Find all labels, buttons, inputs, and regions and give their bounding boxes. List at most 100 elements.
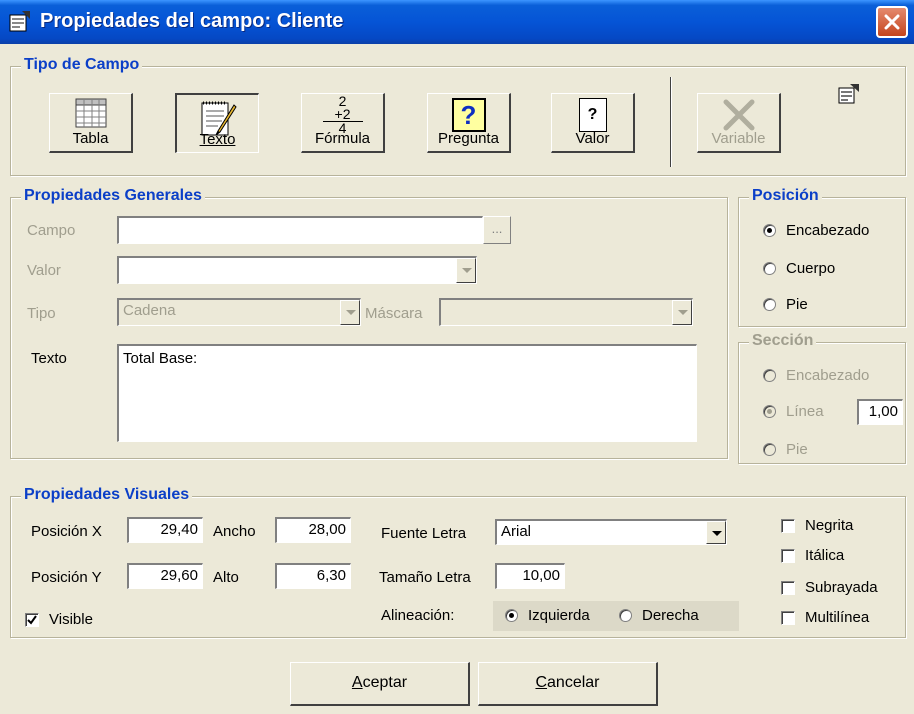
negrita-label: Negrita [805,517,854,534]
radio-icon [763,369,776,382]
valor-button[interactable]: ? Valor [551,93,635,153]
tipo-combo-value: Cadena [123,302,176,319]
chevron-down-icon[interactable] [340,300,360,325]
toolbar-divider [670,77,672,167]
chevron-down-icon[interactable] [456,258,476,283]
italica-label: Itálica [805,547,845,564]
title-bar[interactable]: Propiedades del campo: Cliente [0,0,914,44]
aceptar-button[interactable]: Aceptar [290,662,470,706]
section-linea-radio[interactable]: Línea [763,403,824,420]
visual-properties-legend: Propiedades Visuales [21,486,193,504]
section-linea-field[interactable]: 1,00 [857,399,903,425]
document-question-icon: ? [578,98,607,132]
valor-label: Valor [575,130,610,147]
close-button[interactable] [876,6,908,38]
texto-field-label: Texto [31,350,67,367]
variable-label: Variable [711,130,766,147]
radio-icon [763,298,776,311]
mascara-combo[interactable] [439,298,693,326]
negrita-checkbox[interactable]: Negrita [781,517,853,534]
subrayada-checkbox[interactable]: Subrayada [781,579,878,596]
aceptar-mnemonic: A [351,674,363,691]
variable-button[interactable]: Variable [697,93,781,153]
formula-label: Fórmula [314,130,370,147]
position-cuerpo-radio[interactable]: Cuerpo [763,260,835,277]
field-type-group: Tipo de Campo Tabla Texto 2 +2 4 Fórmula… [10,56,906,176]
tamano-label: Tamaño Letra [379,569,471,586]
radio-checked-icon [763,224,776,237]
checkbox-icon [781,580,795,595]
checkbox-icon [781,610,795,625]
section-encabezado-radio[interactable]: Encabezado [763,367,869,384]
chevron-down-icon[interactable] [706,521,726,544]
position-cuerpo-label: Cuerpo [786,260,836,277]
fuente-label: Fuente Letra [381,525,467,542]
multilinea-label: Multilínea [805,609,870,626]
fuente-combo-value: Arial [501,523,532,540]
alto-field[interactable]: 6,30 [275,563,351,589]
section-legend: Sección [749,332,817,350]
radio-icon [763,443,776,456]
alignment-panel: Izquierda Derecha [493,601,739,631]
radio-checked-icon [505,609,518,622]
cancelar-button[interactable]: Cancelar [478,662,658,706]
section-linea-label: Línea [786,403,824,420]
visible-checkbox[interactable]: Visible [25,611,93,628]
field-type-legend: Tipo de Campo [21,56,143,74]
properties-icon[interactable] [837,83,861,105]
x-icon [723,99,754,131]
cancelar-mnemonic: C [535,674,548,691]
alto-label: Alto [213,569,239,586]
properties-icon [9,11,30,32]
texto-label: Texto [199,131,236,148]
formula-button[interactable]: 2 +2 4 Fórmula [301,93,385,153]
checkbox-icon [781,548,795,563]
align-izquierda-radio[interactable]: Izquierda [505,607,590,624]
valor-combo[interactable] [117,256,477,284]
align-derecha-label: Derecha [642,607,699,624]
checkbox-checked-icon [25,612,39,627]
multilinea-checkbox[interactable]: Multilínea [781,609,869,626]
question-icon: ? [451,98,486,132]
radio-icon [763,262,776,275]
question-glyph: ? [460,100,477,130]
section-group: Sección Encabezado Línea 1,00 Pie [738,332,906,464]
section-pie-radio[interactable]: Pie [763,441,808,458]
tipo-label: Tipo [27,305,56,322]
position-group: Posición Encabezado Cuerpo Pie [738,187,906,327]
campo-browse-button[interactable]: ... [483,216,511,244]
section-encabezado-label: Encabezado [786,367,870,384]
italica-checkbox[interactable]: Itálica [781,547,844,564]
ancho-label: Ancho [213,523,256,540]
alineacion-label: Alineación: [381,607,455,624]
pregunta-label: Pregunta [438,130,499,147]
texto-textarea[interactable]: Total Base: [117,344,697,442]
pregunta-button[interactable]: ? Pregunta [427,93,511,153]
position-pie-radio[interactable]: Pie [763,296,808,313]
position-pie-label: Pie [786,296,808,313]
position-encabezado-label: Encabezado [786,222,870,239]
ancho-field[interactable]: 28,00 [275,517,351,543]
campo-field[interactable] [117,216,483,244]
posx-field[interactable]: 29,40 [127,517,203,543]
tabla-button[interactable]: Tabla [49,93,133,153]
valor-glyph: ? [587,106,598,123]
chevron-down-icon[interactable] [672,300,692,325]
table-icon [75,98,106,128]
tamano-field[interactable]: 10,00 [495,563,565,589]
radio-icon [619,609,632,622]
texto-button[interactable]: Texto [175,93,259,153]
properties-dialog: Propiedades del campo: Cliente Tipo de C… [0,0,914,714]
posy-label: Posición Y [31,569,102,586]
aceptar-label: ceptar [362,674,408,691]
align-derecha-radio[interactable]: Derecha [619,607,699,624]
fuente-combo[interactable]: Arial [495,519,727,545]
visual-properties-group: Propiedades Visuales Posición X 29,40 An… [10,486,906,638]
radio-checked-icon [763,405,776,418]
position-encabezado-radio[interactable]: Encabezado [763,222,869,239]
campo-label: Campo [27,222,76,239]
posy-field[interactable]: 29,60 [127,563,203,589]
general-properties-legend: Propiedades Generales [21,187,205,205]
close-icon [884,14,900,30]
tipo-combo[interactable]: Cadena [117,298,361,326]
